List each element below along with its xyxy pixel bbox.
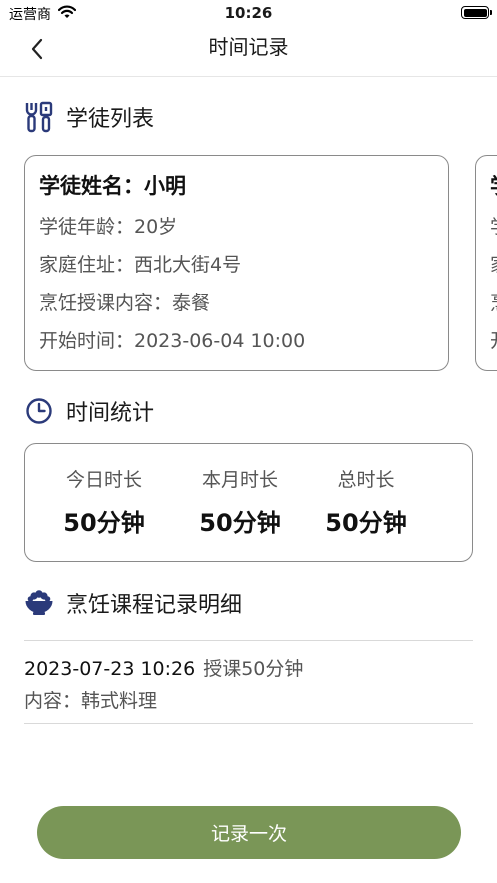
status-time: 10:26 [224,4,273,22]
student-card[interactable]: 学徒姓名：小明 学徒年龄：20岁 家庭住址：西北大街4号 烹饪授课内容：泰餐 开… [24,155,449,371]
rice-bowl-icon [24,588,54,618]
student-address: 家庭住址：西北大街4号 [39,254,242,276]
records-section-title: 烹饪课程记录明细 [66,593,243,618]
stat-value: 50分钟 [63,509,145,537]
clock-icon [24,396,54,426]
divider [24,723,473,724]
stats-section-header: 时间统计 [24,395,154,427]
students-section-header: 学徒列表 [24,101,154,133]
stat-value: 50分钟 [325,509,407,537]
record-content: 内容：韩式料理 [24,690,158,712]
divider [24,640,473,641]
stats-section-title: 时间统计 [66,401,155,426]
records-section-header: 烹饪课程记录明细 [24,587,242,619]
student-card-scroller[interactable]: 学徒姓名：小明 学徒年龄：20岁 家庭住址：西北大街4号 烹饪授课内容：泰餐 开… [24,155,497,373]
student-address: 家 [490,246,497,284]
status-bar: 运营商 10:26 [0,0,497,26]
record-time: 2023-07-23 10:26 [24,658,196,680]
stat-today: 今日时长 50分钟 [34,466,174,540]
battery-icon [461,6,492,19]
stat-month: 本月时长 50分钟 [170,466,310,540]
stat-label: 本月时长 [201,469,278,491]
students-section-title: 学徒列表 [66,107,155,132]
record-list-item[interactable]: 2023-07-23 10:26 授课50分钟 内容：韩式料理 [24,652,473,716]
student-age: 学 [490,208,497,246]
record-duration: 授课50分钟 [203,658,304,680]
student-start-time: 开 [490,322,497,360]
student-age: 学徒年龄：20岁 [39,216,178,238]
record-once-button[interactable]: 记录一次 [37,806,461,859]
student-course: 烹饪授课内容：泰餐 [39,292,211,314]
time-stats-card: 今日时长 50分钟 本月时长 50分钟 总时长 50分钟 [24,443,473,562]
page-title: 时间记录 [208,35,289,59]
kitchen-utensils-icon [24,101,54,133]
stat-label: 今日时长 [65,469,142,491]
stat-value: 50分钟 [199,509,281,537]
student-course: 烹 [490,284,497,322]
student-name: 学 [490,170,497,202]
navigation-bar: 时间记录 [0,26,497,77]
student-start-time: 开始时间：2023-06-04 10:00 [39,330,306,352]
stat-label: 总时长 [337,469,395,491]
student-card[interactable]: 学 学 家 烹 开 [475,155,497,371]
student-name: 学徒姓名：小明 [39,174,186,198]
stat-total: 总时长 50分钟 [296,466,436,540]
battery-fill [463,8,487,17]
